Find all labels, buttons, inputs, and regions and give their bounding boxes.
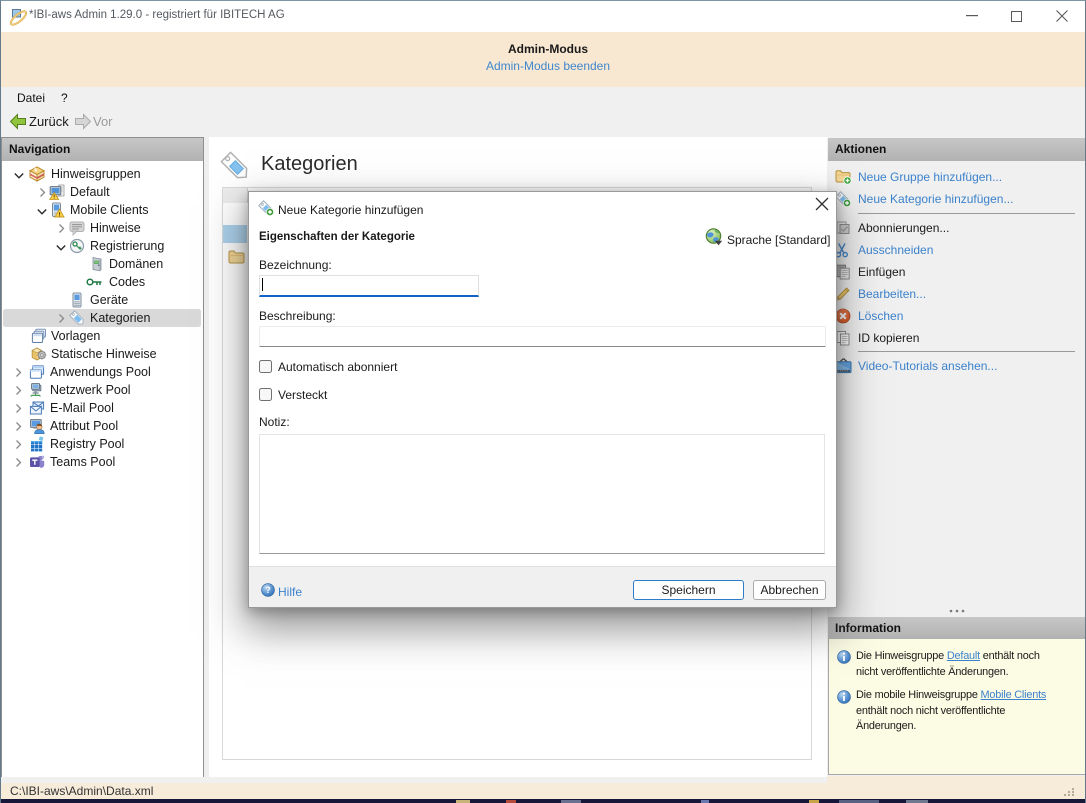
- svg-text:?: ?: [265, 585, 271, 595]
